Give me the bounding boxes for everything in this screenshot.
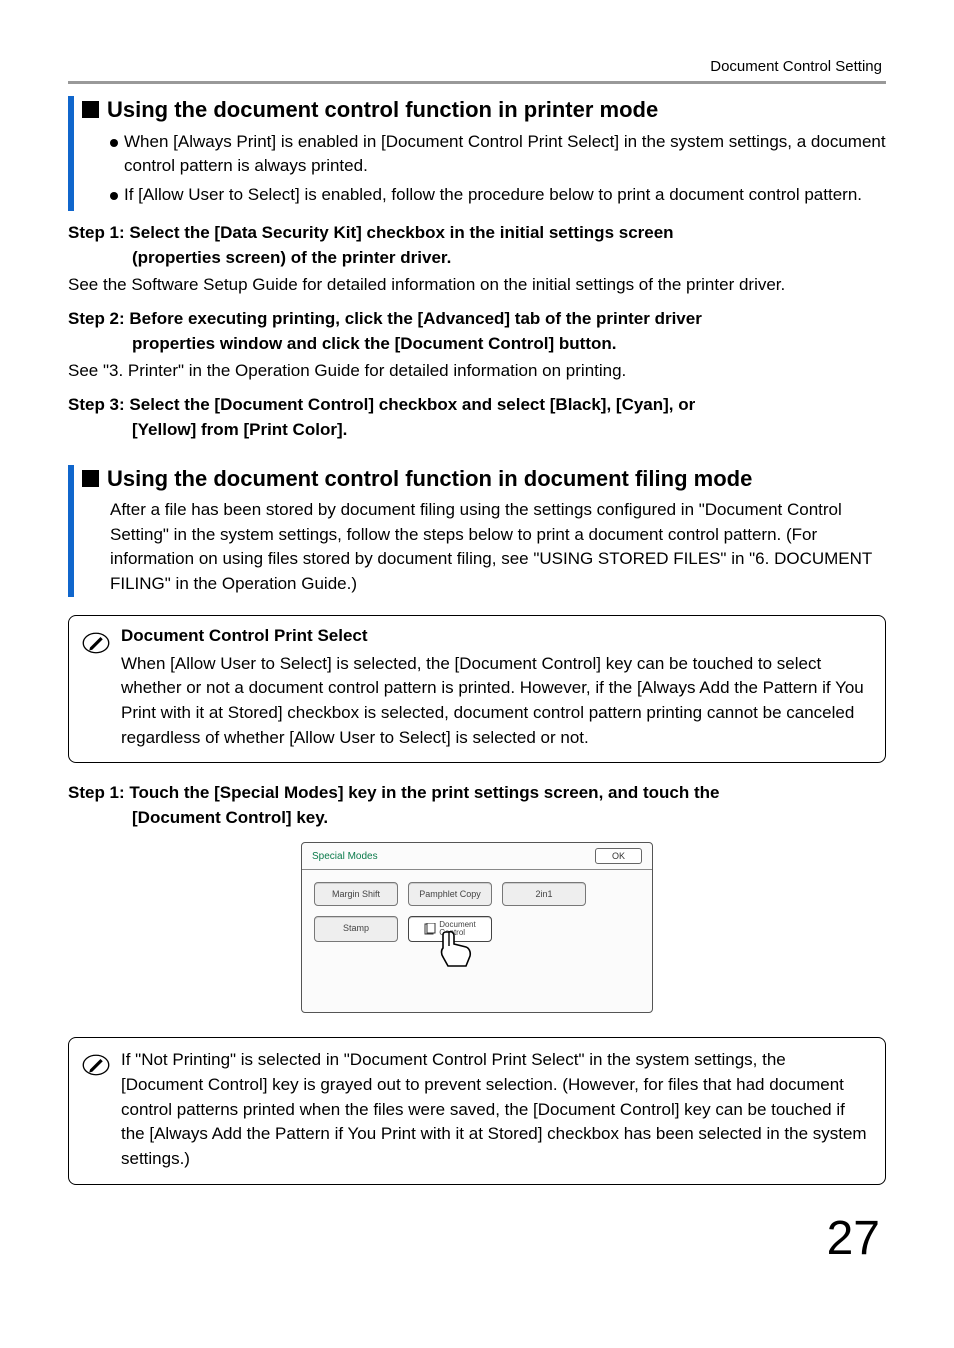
stamp-button[interactable]: Stamp xyxy=(314,916,398,942)
special-modes-illustration: Special Modes OK Margin Shift Pamphlet C… xyxy=(301,842,653,1013)
page-container: Document Control Setting Using the docum… xyxy=(0,0,954,1306)
sec1-step3-heading: Step 3: Select the [Document Control] ch… xyxy=(68,393,886,442)
header-rule xyxy=(68,81,886,84)
section2-title: Using the document control function in d… xyxy=(107,466,752,491)
section2: Using the document control function in d… xyxy=(68,465,886,597)
section1-bullet-1: When [Always Print] is enabled in [Docum… xyxy=(110,130,886,179)
dot-icon xyxy=(110,139,118,147)
pamphlet-copy-button[interactable]: Pamphlet Copy xyxy=(408,882,492,906)
section2-accent-bar xyxy=(68,465,74,597)
sec1-step2-heading: Step 2: Before executing printing, click… xyxy=(68,307,886,356)
note-box-1: Document Control Print Select When [Allo… xyxy=(68,615,886,764)
2in1-button[interactable]: 2in1 xyxy=(502,882,586,906)
note2-text: If "Not Printing" is selected in "Docume… xyxy=(121,1048,871,1171)
section2-intro: After a file has been stored by document… xyxy=(82,498,886,597)
note1-title: Document Control Print Select xyxy=(121,626,871,646)
section1-accent-bar xyxy=(68,96,74,211)
section1: Using the document control function in p… xyxy=(68,96,886,211)
pencil-note-icon xyxy=(81,1050,111,1080)
sec1-step2-text: See "3. Printer" in the Operation Guide … xyxy=(68,359,886,384)
square-bullet-icon xyxy=(82,470,99,487)
panel-title: Special Modes xyxy=(312,851,378,862)
square-bullet-icon xyxy=(82,101,99,118)
page-number: 27 xyxy=(68,1211,886,1266)
section2-heading: Using the document control function in d… xyxy=(82,465,886,493)
sec1-step1-heading: Step 1: Select the [Data Security Kit] c… xyxy=(68,221,886,270)
document-icon xyxy=(424,923,436,935)
header-section-label: Document Control Setting xyxy=(68,58,886,75)
margin-shift-button[interactable]: Margin Shift xyxy=(314,882,398,906)
pencil-note-icon xyxy=(81,628,111,658)
sec1-step1-text: See the Software Setup Guide for detaile… xyxy=(68,273,886,298)
ok-button[interactable]: OK xyxy=(595,848,642,864)
note-box-2: If "Not Printing" is selected in "Docume… xyxy=(68,1037,886,1184)
sec2-step1-heading: Step 1: Touch the [Special Modes] key in… xyxy=(68,781,886,830)
section1-bullet-1-text: When [Always Print] is enabled in [Docum… xyxy=(124,130,886,179)
note1-text: When [Allow User to Select] is selected,… xyxy=(121,652,871,751)
dot-icon xyxy=(110,192,118,200)
section1-bullet-2-text: If [Allow User to Select] is enabled, fo… xyxy=(124,183,862,208)
section1-bullet-2: If [Allow User to Select] is enabled, fo… xyxy=(110,183,886,208)
section1-heading: Using the document control function in p… xyxy=(82,96,886,124)
hand-pointer-icon xyxy=(440,930,476,970)
section1-title: Using the document control function in p… xyxy=(107,97,658,122)
